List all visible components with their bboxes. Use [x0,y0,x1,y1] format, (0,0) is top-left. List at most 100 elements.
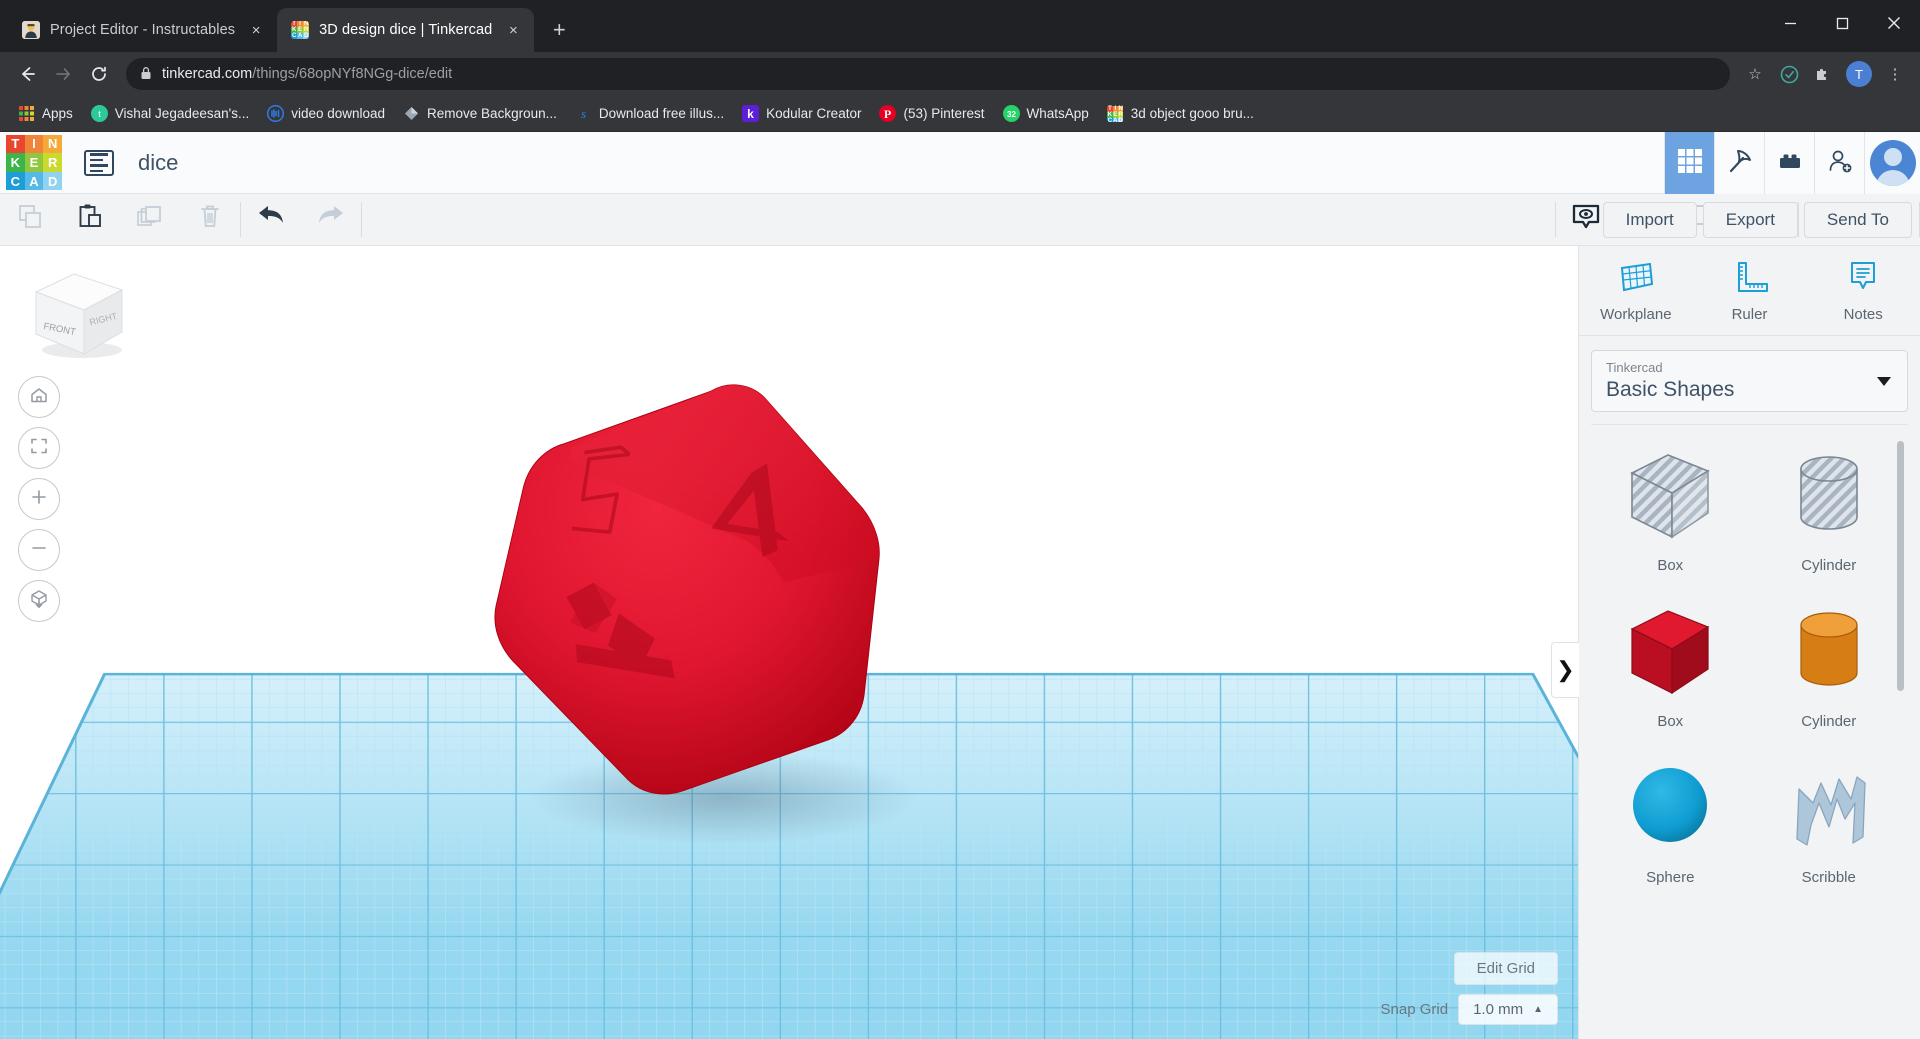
tab-title: Project Editor - Instructables [50,22,235,38]
grid-controls: Edit Grid Snap Grid 1.0 mm ▲ [1381,952,1558,1025]
duplicate-button[interactable] [120,194,180,245]
tab-strip: Project Editor - Instructables × TIN KER… [0,0,1920,52]
export-button[interactable]: Export [1703,202,1798,238]
red-dice-model[interactable] [440,366,1000,886]
library-name: Basic Shapes [1606,378,1893,402]
undo-button[interactable] [241,194,301,245]
back-icon[interactable] [10,57,44,91]
notes-tool[interactable]: Notes [1806,246,1920,335]
minimize-button[interactable] [1764,0,1816,46]
copy-button[interactable] [0,194,60,245]
ortho-perspective-button[interactable] [18,580,60,622]
caret-up-icon: ▲ [1533,1004,1543,1015]
panel-collapse-button[interactable]: ❯ [1551,642,1579,698]
address-bar[interactable]: tinkercad.com/things/68opNYf8NGg-dice/ed… [126,58,1730,90]
close-icon[interactable]: × [245,19,267,41]
maximize-button[interactable] [1816,0,1868,46]
import-button[interactable]: Import [1603,202,1697,238]
gallery-grid-button[interactable] [1664,132,1714,194]
bookmark-label: 3d object gooo bru... [1131,106,1254,121]
bookmark-remove-background[interactable]: Remove Backgroun... [395,101,565,126]
send-to-button[interactable]: Send To [1804,202,1912,238]
teal-circle-icon: t [91,105,108,122]
workplane-tool[interactable]: Workplane [1579,246,1693,335]
bookmark-pinterest[interactable]: P (53) Pinterest [871,101,992,126]
ruler-icon [1730,260,1770,298]
tab-tinkercad[interactable]: TIN KER CAD 3D design dice | Tinkercad × [277,8,534,52]
url-host: tinkercad.com [162,66,252,82]
logo-letter: T [6,135,25,154]
chrome-menu-icon[interactable]: ⋮ [1880,59,1910,89]
delete-button[interactable] [180,194,240,245]
redo-button[interactable] [301,194,361,245]
instructables-icon [22,21,40,39]
user-avatar[interactable] [1864,132,1920,194]
notes-icon [1843,260,1883,298]
bookmark-download-illus[interactable]: s Download free illus... [567,101,732,126]
3d-viewport[interactable]: FRONT RIGHT [0,246,1578,1039]
project-list-icon[interactable] [84,150,114,176]
undo-arrow-icon [255,202,287,237]
shape-label: Box [1657,713,1683,730]
bookmark-vishal[interactable]: t Vishal Jegadeesan's... [83,101,257,126]
shape-item-cylinder-hatched[interactable]: Cylinder [1750,441,1909,597]
zoom-in-button[interactable] [18,478,60,520]
bookmark-apps[interactable]: Apps [10,101,81,126]
shape-item-box-hatched[interactable]: Box [1591,441,1750,597]
extension-badge-icon[interactable] [1774,59,1804,89]
ruler-tool[interactable]: Ruler [1693,246,1807,335]
reload-icon[interactable] [82,57,116,91]
shape-label: Sphere [1646,869,1694,886]
blocks-button[interactable] [1764,132,1814,194]
bookmark-label: Apps [42,106,73,121]
puzzle-icon[interactable] [1808,59,1838,89]
tinkercad-icon: TIN KER CAD [291,21,309,39]
new-tab-button[interactable]: + [542,13,576,47]
close-window-button[interactable] [1868,0,1920,46]
bookmark-whatsapp[interactable]: 32 WhatsApp [995,101,1097,126]
panel-scrollbar[interactable] [1897,441,1904,691]
url-path: /things/68opNYf8NGg-dice/edit [252,66,452,82]
edit-grid-button[interactable]: Edit Grid [1454,952,1558,985]
svg-text:P: P [884,107,891,121]
bookmark-star-icon[interactable]: ☆ [1740,59,1770,89]
whatsapp-icon: 32 [1003,105,1020,122]
tinkercad-logo-icon[interactable]: T I N K E R C A D [6,135,62,191]
shape-item-scribble[interactable]: Scribble [1750,753,1909,909]
shape-item-sphere[interactable]: Sphere [1591,753,1750,909]
apps-grid-icon [18,105,35,122]
forward-icon[interactable] [46,57,80,91]
pinterest-icon: P [879,105,896,122]
view-cube[interactable]: FRONT RIGHT [26,266,126,356]
zoom-out-button[interactable] [18,529,60,571]
header-actions [1664,132,1920,194]
profile-avatar[interactable]: T [1846,61,1872,87]
home-view-button[interactable] [18,376,60,418]
tab-instructables[interactable]: Project Editor - Instructables × [8,8,277,52]
close-icon[interactable]: × [502,19,524,41]
panel-tools: Workplane Ruler Notes [1579,246,1920,336]
paste-icon [75,202,105,237]
bookmark-3d-object[interactable]: TIN KER CAD 3d object gooo bru... [1099,101,1262,126]
shape-item-box-solid[interactable]: Box [1591,597,1750,753]
tinkercad-header: T I N K E R C A D dice [0,132,1920,194]
shape-library-select[interactable]: Tinkercad Basic Shapes [1591,350,1908,412]
duplicate-icon [135,202,165,237]
snap-grid-label: Snap Grid [1381,1001,1449,1018]
codeblocks-button[interactable] [1714,132,1764,194]
workplane-icon [1616,260,1656,298]
plus-icon [29,487,49,512]
fit-view-button[interactable] [18,427,60,469]
bookmark-kodular[interactable]: k Kodular Creator [734,101,869,126]
paste-button[interactable] [60,194,120,245]
svg-text:k: k [747,107,754,121]
invite-people-button[interactable] [1814,132,1864,194]
shape-label: Box [1657,557,1683,574]
panel-tool-label: Workplane [1600,306,1671,323]
shape-item-cylinder-solid[interactable]: Cylinder [1750,597,1909,753]
bookmarks-bar: Apps t Vishal Jegadeesan's... video down… [0,96,1920,132]
chevron-down-icon [1877,377,1891,386]
person-add-icon [1826,147,1854,180]
bookmark-video-download[interactable]: video download [259,101,393,126]
snap-grid-select[interactable]: 1.0 mm ▲ [1458,994,1558,1025]
